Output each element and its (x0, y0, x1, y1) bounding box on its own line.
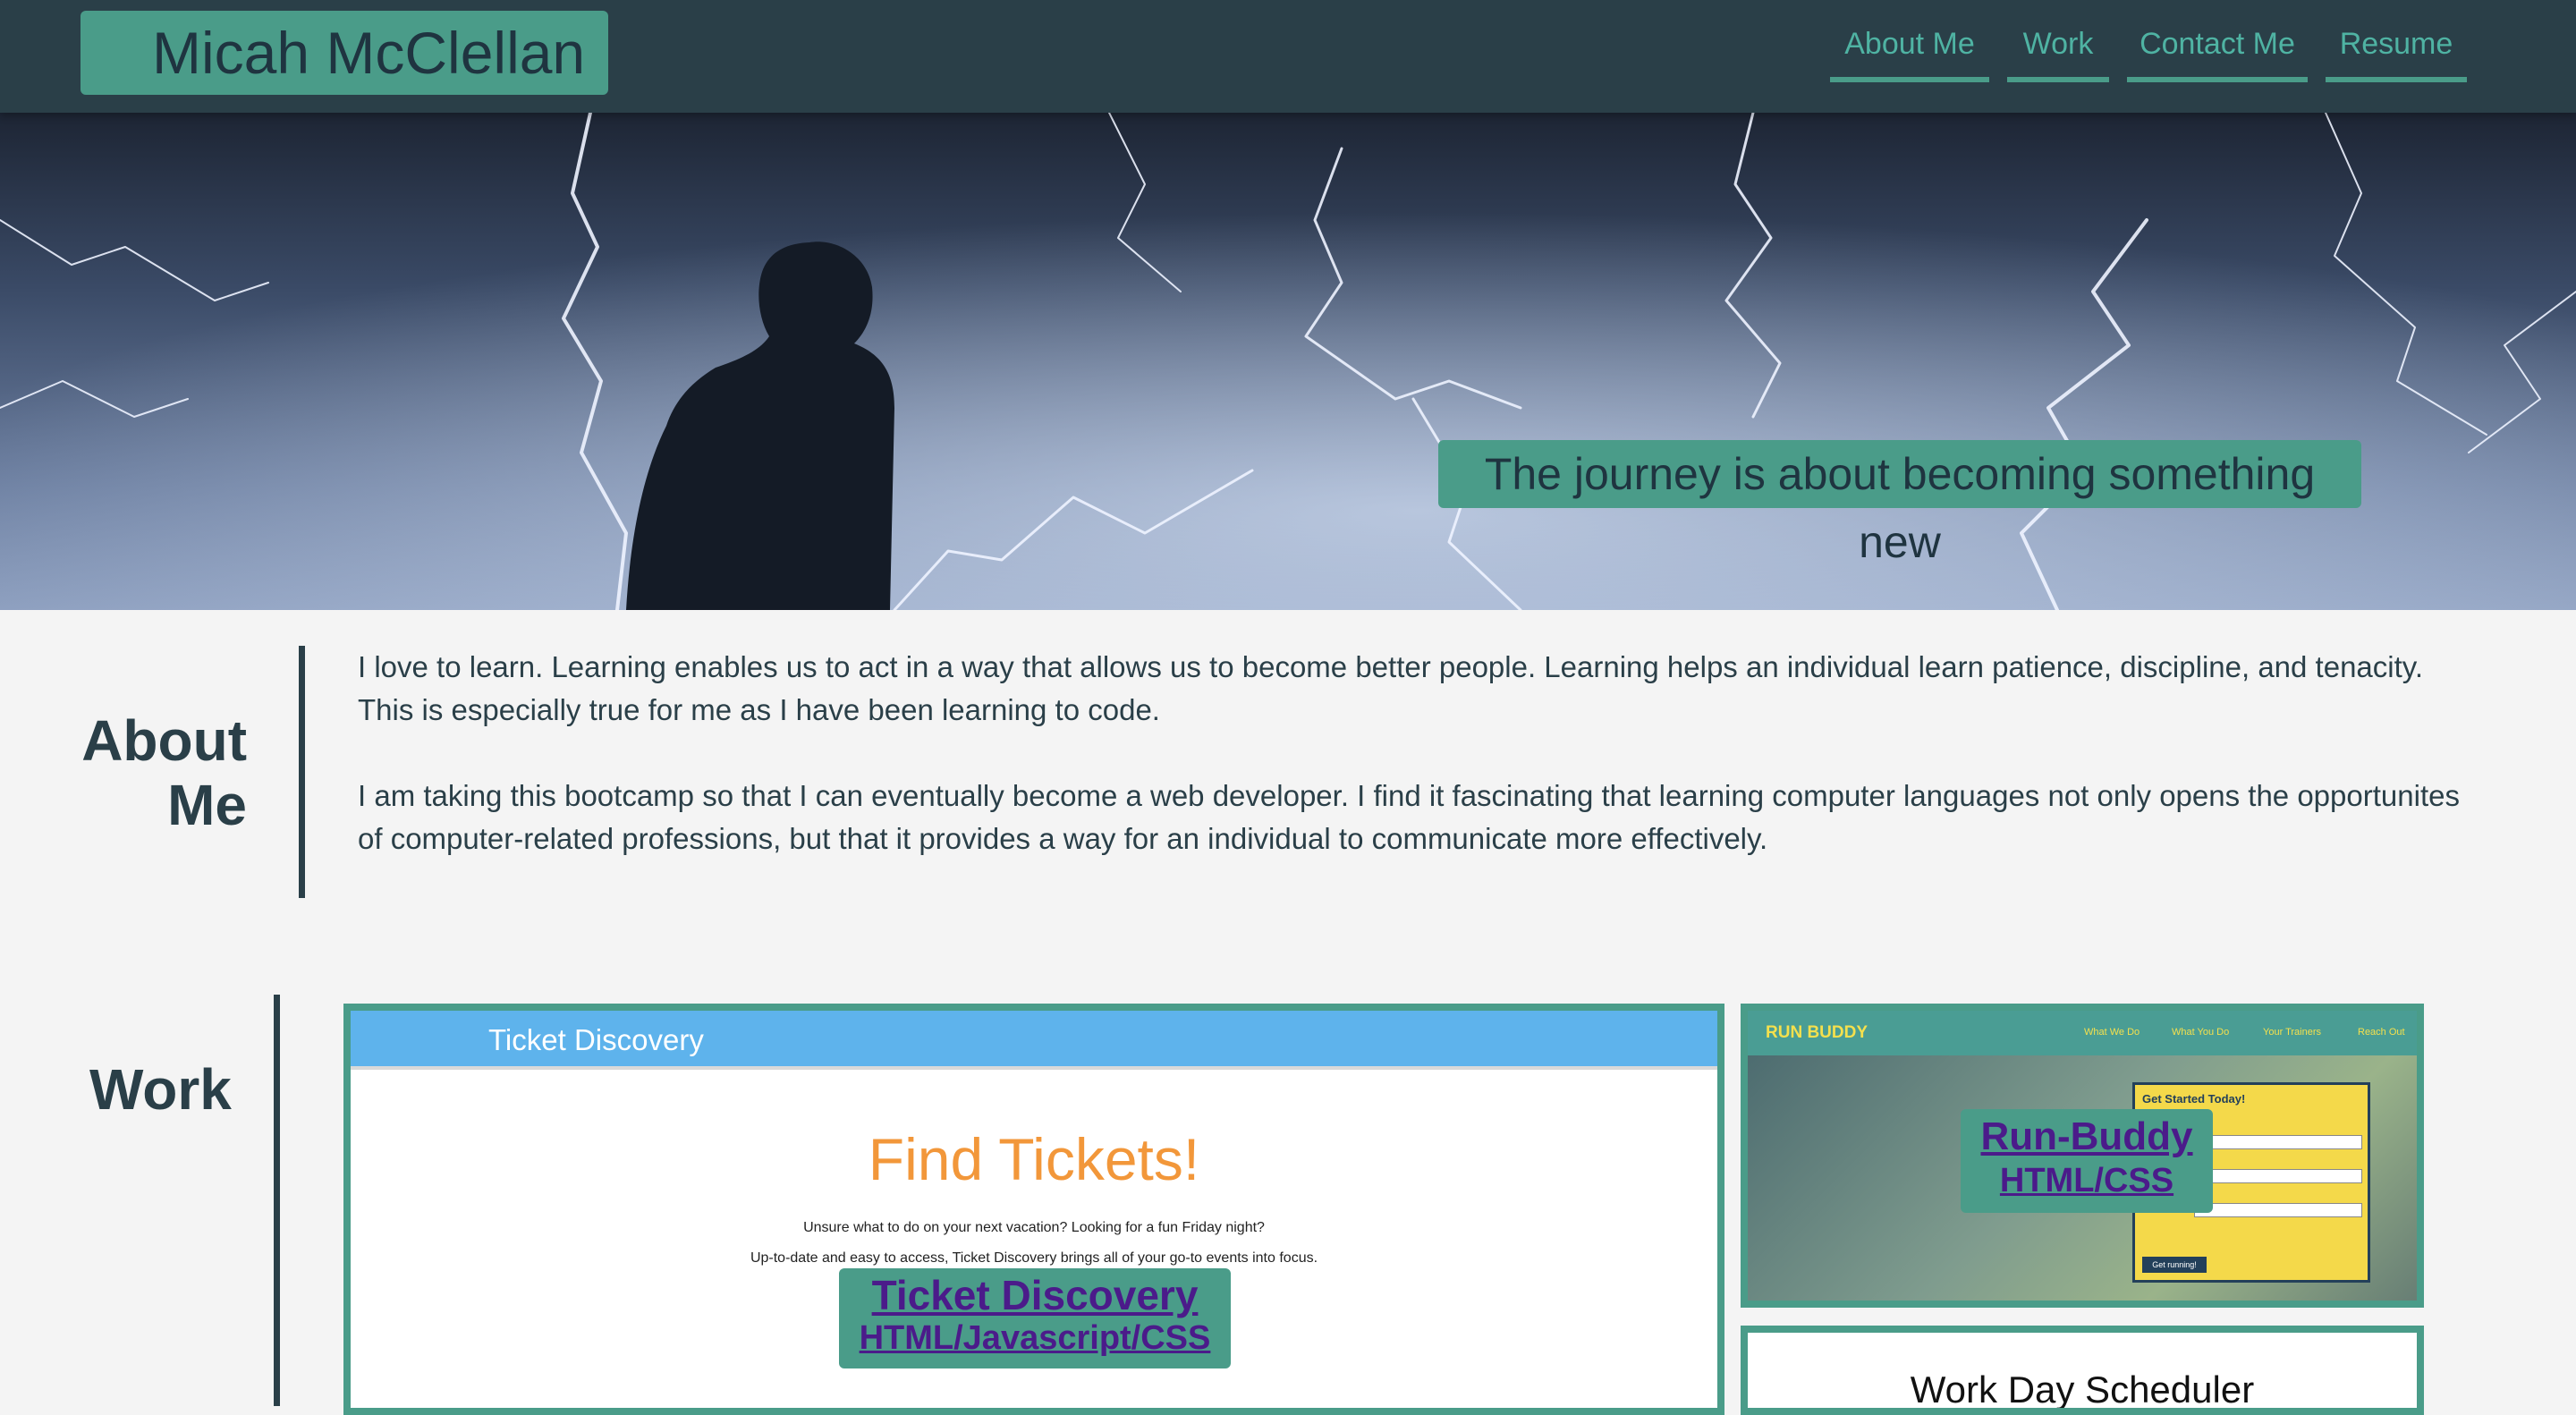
ticket-discovery-link[interactable]: Ticket Discovery HTML/Javascript/CSS (839, 1268, 1231, 1368)
run-buddy-link[interactable]: Run-Buddy HTML/CSS (1961, 1109, 2213, 1213)
run-buddy-screenshot-nav-1: What We Do (2084, 1027, 2140, 1038)
nav-link-resume[interactable]: Resume (2326, 20, 2467, 82)
run-buddy-screenshot-form-title: Get Started Today! (2142, 1092, 2246, 1106)
about-paragraph-2: I am taking this bootcamp so that I can … (358, 779, 2460, 855)
ticket-discovery-screenshot-line1: Unsure what to do on your next vacation?… (803, 1220, 1265, 1235)
work-heading: Work (89, 1057, 232, 1122)
project-card-run-buddy[interactable]: RUN BUDDY What We Do What You Do Your Tr… (1741, 1004, 2424, 1308)
ticket-discovery-link-tech: HTML/Javascript/CSS (859, 1319, 1211, 1357)
run-buddy-screenshot-field (2194, 1135, 2362, 1149)
run-buddy-screenshot-field (2194, 1169, 2362, 1183)
about-paragraph-1: I love to learn. Learning enables us to … (358, 650, 2424, 726)
run-buddy-screenshot-nav-4: Reach Out (2358, 1027, 2405, 1038)
about-heading-line1: About (81, 708, 247, 773)
ticket-discovery-link-title: Ticket Discovery (871, 1272, 1199, 1318)
hero-tagline: The journey is about becoming something … (1438, 440, 2361, 567)
run-buddy-link-title: Run-Buddy (1980, 1114, 2193, 1158)
about-heading: About Me (81, 708, 247, 837)
about-heading-line2: Me (167, 773, 247, 837)
hero-image (0, 113, 2576, 610)
work-day-scheduler-screenshot-title: Work Day Scheduler (1910, 1368, 2255, 1411)
site-header: Micah McClellan About Me Work Contact Me… (0, 0, 2576, 113)
run-buddy-screenshot-button: Get running! (2142, 1257, 2207, 1273)
work-divider (274, 995, 280, 1406)
run-buddy-link-tech: HTML/CSS (1999, 1162, 2174, 1199)
run-buddy-screenshot-nav-2: What You Do (2172, 1027, 2230, 1038)
run-buddy-screenshot-nav-3: Your Trainers (2263, 1027, 2322, 1038)
site-title[interactable]: Micah McClellan (80, 11, 608, 95)
run-buddy-screenshot-header: RUN BUDDY What We Do What You Do Your Tr… (1748, 1011, 2417, 1055)
run-buddy-screenshot-logo: RUN BUDDY (1766, 1023, 1868, 1042)
project-card-work-day-scheduler[interactable]: Work Day Scheduler (1741, 1326, 2424, 1415)
ticket-discovery-screenshot-title: Find Tickets! (868, 1126, 1200, 1192)
about-text: I love to learn. Learning enables us to … (358, 646, 2469, 903)
run-buddy-screenshot-field (2194, 1203, 2362, 1217)
ticket-discovery-screenshot-header: Ticket Discovery (351, 1011, 1717, 1070)
nav-link-about-me[interactable]: About Me (1830, 20, 1989, 82)
project-card-ticket-discovery[interactable]: Ticket Discovery Find Tickets! Unsure wh… (343, 1004, 1724, 1415)
ticket-discovery-screenshot-line2: Up-to-date and easy to access, Ticket Di… (750, 1250, 1318, 1266)
hero-banner: The journey is about becoming something … (0, 113, 2576, 610)
about-divider (299, 646, 305, 898)
nav-link-work[interactable]: Work (2007, 20, 2109, 82)
nav-link-contact-me[interactable]: Contact Me (2127, 20, 2308, 82)
